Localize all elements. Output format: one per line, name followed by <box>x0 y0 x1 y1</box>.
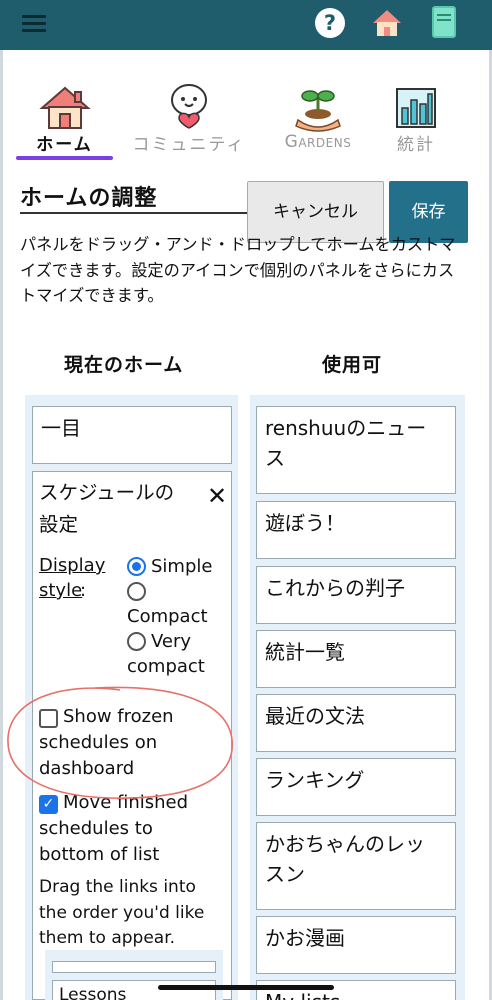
move-finished-label-line1: Move finished <box>63 792 189 813</box>
tab-stats[interactable]: 統計 <box>388 86 444 155</box>
panel-card-label: 一目 <box>41 416 81 440</box>
instructions-text: パネルをドラッグ・アンド・ドロップしてホームをカストマイズできます。設定のアイコ… <box>20 235 456 305</box>
show-frozen-checkbox[interactable] <box>39 709 58 728</box>
page-title: ホームの調整 <box>20 186 158 211</box>
move-finished-label-line3: bottom of list <box>39 844 160 865</box>
available-card-my-lists[interactable]: My lists <box>256 980 456 1000</box>
radio-compact[interactable] <box>127 582 146 601</box>
home-icon[interactable] <box>371 8 403 38</box>
available-card-grammar[interactable]: 最近の文法 <box>256 694 456 752</box>
available-card-ranking[interactable]: ランキング <box>256 758 456 816</box>
schedule-settings-title: スケジュールの 設定 <box>39 481 175 536</box>
house-icon <box>38 86 91 129</box>
title-underline <box>20 212 248 214</box>
panel-card-overview[interactable]: 一目 <box>32 406 232 464</box>
drag-hint-text: Drag the links into the order you'd like… <box>39 877 205 948</box>
available-card-kao-manga[interactable]: かお漫画 <box>256 916 456 974</box>
tab-community[interactable]: コミュニティ <box>130 82 248 155</box>
available-heading: 使用可 <box>322 354 383 376</box>
tab-stats-label: 統計 <box>397 135 435 155</box>
show-frozen-label-line3: dashboard <box>39 758 135 779</box>
radio-simple-label: Simple <box>151 556 213 577</box>
plant-hand-icon <box>295 90 341 132</box>
available-card-play[interactable]: 遊ぼう！ <box>256 501 456 559</box>
tab-gardens-label: Gardens <box>284 132 352 152</box>
display-style-label: Display style <box>39 555 106 601</box>
notebook-icon[interactable] <box>432 6 456 38</box>
help-icon[interactable]: ? <box>315 8 345 38</box>
radio-compact-label: Compact <box>127 606 208 627</box>
tab-community-label: コミュニティ <box>132 135 246 155</box>
tab-gardens[interactable]: Gardens <box>278 82 358 152</box>
radio-simple[interactable] <box>127 557 146 576</box>
available-card-news[interactable]: renshuuのニュー ス <box>256 406 456 494</box>
current-home-heading: 現在のホーム <box>64 354 184 376</box>
active-tab-indicator <box>16 156 113 160</box>
available-card-stamps[interactable]: これからの判子 <box>256 566 456 624</box>
move-finished-label-line2: schedules to <box>39 818 153 839</box>
radio-very-compact[interactable] <box>127 632 146 651</box>
radio-very-compact-label2: compact <box>127 656 205 677</box>
link-order-item-lessons[interactable]: Lessons <box>52 980 216 1000</box>
link-order-item[interactable] <box>52 961 216 973</box>
show-frozen-label-line2: schedules on <box>39 732 158 753</box>
show-frozen-label-line1: Show frozen <box>63 706 174 727</box>
hamburger-menu-icon[interactable] <box>22 15 46 33</box>
available-card-stats[interactable]: 統計一覧 <box>256 630 456 688</box>
stats-chart-icon <box>396 88 436 128</box>
available-card-kao-lessons[interactable]: かおちゃんのレッ スン <box>256 822 456 910</box>
tab-home-label: ホーム <box>36 135 93 155</box>
home-indicator <box>158 985 334 990</box>
display-style-colon: : <box>80 580 87 601</box>
tab-home[interactable]: ホーム <box>16 86 113 155</box>
close-icon[interactable]: ✕ <box>207 482 227 510</box>
top-app-bar: ? <box>0 0 492 50</box>
radio-very-compact-label: Very <box>151 631 192 652</box>
community-mascot-icon <box>171 84 207 129</box>
frame-border-left <box>0 50 3 1000</box>
move-finished-checkbox[interactable]: ✓ <box>39 795 58 814</box>
